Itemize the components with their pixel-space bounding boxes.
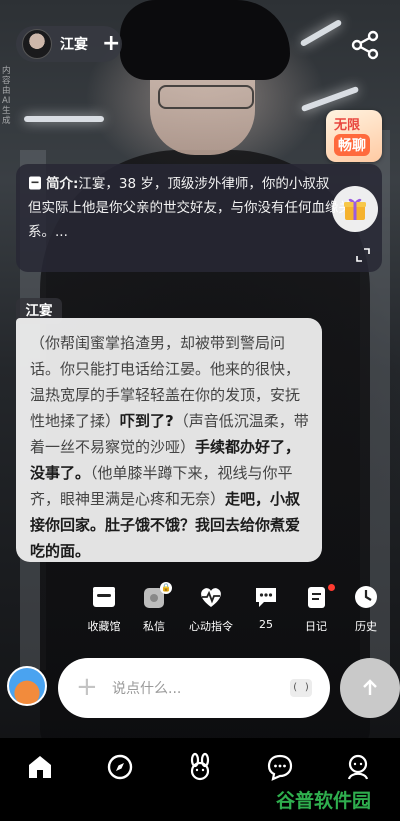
- character-glasses: [158, 85, 254, 109]
- share-icon[interactable]: [348, 28, 382, 62]
- user-avatar[interactable]: [7, 666, 47, 706]
- heartbeat-icon: [201, 588, 221, 607]
- expand-icon[interactable]: [356, 248, 370, 262]
- chat-count-icon: [256, 588, 276, 607]
- character-hair: [120, 0, 290, 80]
- character-avatar[interactable]: [22, 29, 52, 59]
- chat-screen: 江宴 + 内容由AI生成 无限 畅聊 简介:江宴，38 岁，顶级涉外律师，你的小…: [0, 0, 400, 821]
- intro-label: 简介:: [46, 176, 79, 192]
- intro-card[interactable]: 简介:江宴，38 岁，顶级涉外律师，你的小叔叔 但实际上他是你父亲的世交好友，与…: [16, 164, 382, 272]
- unlimited-chat-promo-badge[interactable]: 无限 畅聊: [326, 110, 382, 162]
- collection-box-icon: [93, 587, 115, 607]
- profile-icon[interactable]: [343, 752, 373, 782]
- quick-action-label: 私信: [143, 620, 165, 633]
- follow-button[interactable]: +: [102, 33, 120, 55]
- ceiling-light: [300, 85, 360, 113]
- quick-action-label: 历史: [355, 620, 377, 633]
- home-icon[interactable]: [25, 752, 55, 782]
- quick-action-private-message[interactable]: 🔒 私信: [124, 582, 184, 634]
- notification-dot: [328, 584, 335, 591]
- document-icon: [29, 176, 41, 190]
- history-clock-icon: [355, 586, 377, 608]
- gift-box-badge[interactable]: [332, 186, 378, 232]
- chat-message-bubble[interactable]: （你帮闺蜜掌掐渣男，却被带到警局问话。你只能打电话给江晏。他来的很快，温热宽厚的…: [16, 318, 322, 562]
- send-button[interactable]: [340, 658, 400, 718]
- message-input-placeholder: 说点什么...: [112, 681, 182, 697]
- quick-action-label: 心动指令: [189, 620, 233, 633]
- discover-compass-icon[interactable]: [105, 752, 135, 782]
- character-profile-pill[interactable]: 江宴 +: [16, 26, 122, 62]
- gift-box-icon: [344, 198, 366, 220]
- character-name: 江宴: [60, 37, 88, 53]
- character-bunny-icon[interactable]: [185, 752, 215, 782]
- promo-line1: 无限: [334, 118, 361, 133]
- diary-icon: [308, 587, 325, 608]
- ceiling-light: [24, 116, 104, 122]
- arrow-up-icon: [363, 679, 377, 695]
- quick-action-history[interactable]: 历史: [336, 584, 396, 634]
- ai-generated-note: 内容由AI生成: [2, 66, 11, 126]
- ceiling-light: [299, 18, 343, 48]
- voice-input-icon[interactable]: ( ): [290, 679, 312, 697]
- quick-action-bar: 收藏馆 🔒 私信 心动指令 25 日记 历史: [0, 582, 400, 644]
- plus-icon[interactable]: +: [76, 672, 98, 702]
- quick-action-heartbeat[interactable]: 心动指令: [181, 584, 241, 634]
- lock-icon: 🔒: [160, 582, 172, 594]
- message-input[interactable]: + 说点什么... ( ): [58, 658, 330, 718]
- intro-text-block: 简介:江宴，38 岁，顶级涉外律师，你的小叔叔 但实际上他是你父亲的世交好友，与…: [28, 172, 372, 244]
- messages-icon[interactable]: [265, 752, 295, 782]
- promo-line2: 畅聊: [334, 134, 370, 156]
- watermark-text: 谷普软件园: [276, 790, 372, 812]
- chat-dialogue-text: 吓到了?: [120, 412, 174, 430]
